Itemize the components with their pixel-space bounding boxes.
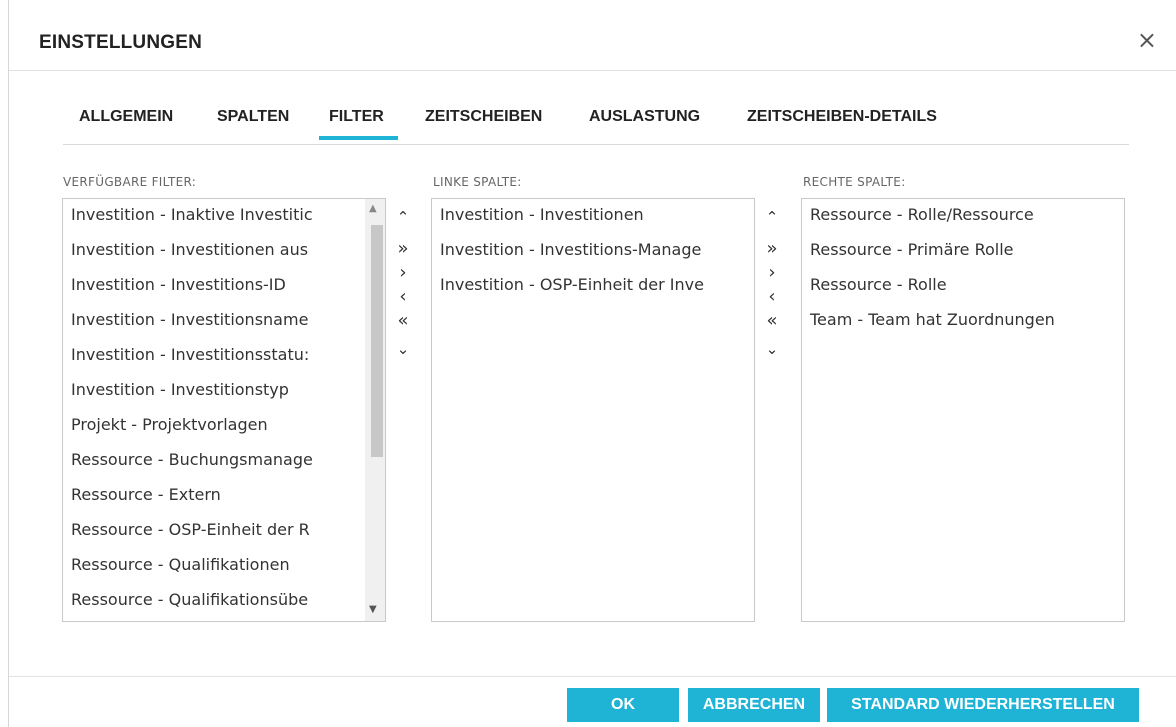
add-all-icon[interactable]: » xyxy=(393,240,413,258)
remove-all-icon[interactable]: « xyxy=(762,312,782,330)
list-item[interactable]: Ressource - Buchungsmanage xyxy=(71,450,313,469)
list-item[interactable]: Team - Team hat Zuordnungen xyxy=(810,310,1055,329)
move-up-icon[interactable]: ⌃ xyxy=(393,208,413,226)
scroll-up-icon[interactable]: ▲ xyxy=(369,203,377,214)
list-item[interactable]: Ressource - Qualifikationsübe xyxy=(71,590,308,609)
right-column-label: RECHTE SPALTE: xyxy=(803,175,906,189)
tab-bar: ALLGEMEIN SPALTEN FILTER ZEITSCHEIBEN AU… xyxy=(63,98,1129,145)
dialog-title: EINSTELLUNGEN xyxy=(39,32,203,53)
available-filters-list[interactable]: Investition - Inaktive Investitic Invest… xyxy=(62,198,386,622)
add-all-icon[interactable]: » xyxy=(762,240,782,258)
remove-selected-icon[interactable]: ‹ xyxy=(762,288,782,306)
cancel-button[interactable]: ABBRECHEN xyxy=(688,688,820,722)
list-item[interactable]: Investition - Investitionen xyxy=(440,205,644,224)
list-item[interactable]: Ressource - OSP-Einheit der R xyxy=(71,520,310,539)
list-item[interactable]: Ressource - Rolle/Ressource xyxy=(810,205,1034,224)
left-column-list[interactable]: Investition - Investitionen Investition … xyxy=(431,198,755,622)
tab-zeitscheiben[interactable]: ZEITSCHEIBEN xyxy=(425,108,542,126)
list-item[interactable]: Projekt - Projektvorlagen xyxy=(71,415,268,434)
tab-allgemein[interactable]: ALLGEMEIN xyxy=(79,108,173,126)
scroll-down-icon[interactable]: ▼ xyxy=(369,604,377,615)
add-selected-icon[interactable]: › xyxy=(393,264,413,282)
reset-defaults-button[interactable]: STANDARD WIEDERHERSTELLEN xyxy=(827,688,1139,722)
list-item[interactable]: Investition - Inaktive Investitic xyxy=(71,205,313,224)
available-filters-label: VERFÜGBARE FILTER: xyxy=(63,175,197,189)
list-item[interactable]: Investition - Investitionsname xyxy=(71,310,308,329)
move-up-icon[interactable]: ⌃ xyxy=(762,208,782,226)
add-selected-icon[interactable]: › xyxy=(762,264,782,282)
remove-selected-icon[interactable]: ‹ xyxy=(393,288,413,306)
right-column-list[interactable]: Ressource - Rolle/Ressource Ressource - … xyxy=(801,198,1125,622)
list-item[interactable]: Investition - OSP-Einheit der Inve xyxy=(440,275,704,294)
dialog-header: EINSTELLUNGEN × xyxy=(9,0,1176,71)
settings-dialog: EINSTELLUNGEN × ALLGEMEIN SPALTEN FILTER… xyxy=(8,0,1176,727)
tab-auslastung[interactable]: AUSLASTUNG xyxy=(589,108,700,126)
tab-zeitscheiben-details[interactable]: ZEITSCHEIBEN-DETAILS xyxy=(747,108,937,126)
list-item[interactable]: Investition - Investitions-ID xyxy=(71,275,286,294)
left-column-label: LINKE SPALTE: xyxy=(433,175,522,189)
list-item[interactable]: Ressource - Primäre Rolle xyxy=(810,240,1014,259)
footer-divider xyxy=(9,676,1176,677)
tab-filter[interactable]: FILTER xyxy=(319,108,398,140)
move-down-icon[interactable]: ⌄ xyxy=(762,340,782,358)
scrollbar-thumb[interactable] xyxy=(371,225,383,457)
list-item[interactable]: Ressource - Qualifikationen xyxy=(71,555,290,574)
list-item[interactable]: Investition - Investitionstyp xyxy=(71,380,289,399)
list-item[interactable]: Investition - Investitions-Manage xyxy=(440,240,701,259)
list-item[interactable]: Ressource - Rolle xyxy=(810,275,947,294)
close-icon[interactable]: × xyxy=(1137,28,1157,52)
move-down-icon[interactable]: ⌄ xyxy=(393,340,413,358)
list-item[interactable]: Investition - Investitionen aus xyxy=(71,240,308,259)
vertical-scrollbar[interactable]: ▲ ▼ xyxy=(365,199,385,621)
remove-all-icon[interactable]: « xyxy=(393,312,413,330)
list-item[interactable]: Ressource - Extern xyxy=(71,485,221,504)
tab-spalten[interactable]: SPALTEN xyxy=(217,108,289,126)
list-item[interactable]: Investition - Investitionsstatu: xyxy=(71,345,309,364)
ok-button[interactable]: OK xyxy=(567,688,679,722)
